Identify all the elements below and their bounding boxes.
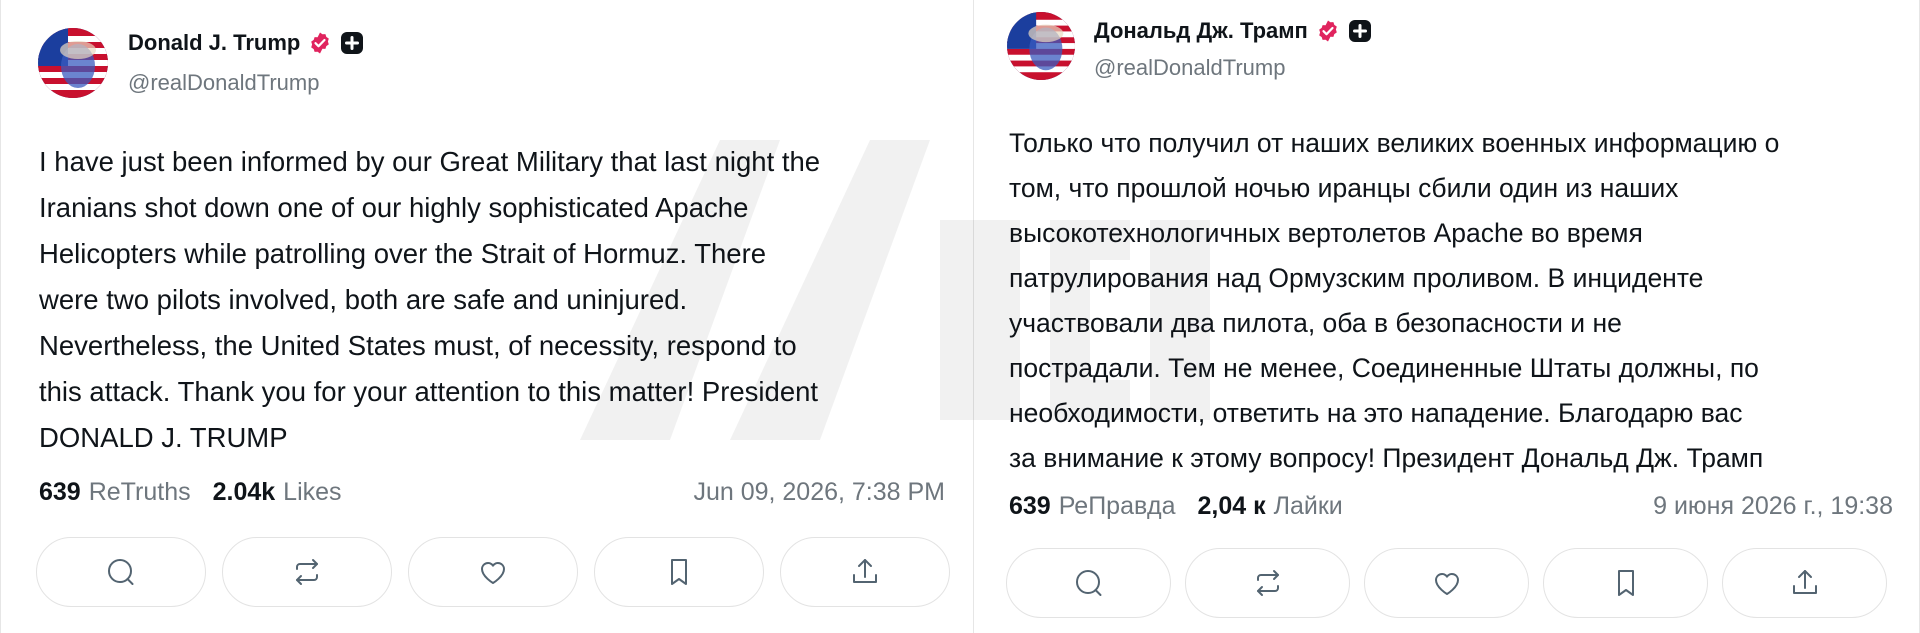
author-handle[interactable]: @realDonaldTrump [1094, 55, 1285, 81]
author-handle[interactable]: @realDonaldTrump [128, 70, 319, 96]
reply-button[interactable] [1006, 548, 1171, 618]
author-display-name[interactable]: Donald J. Trump [128, 30, 300, 56]
like-button[interactable] [408, 537, 578, 607]
retruths-count[interactable]: 639 [1009, 492, 1051, 521]
avatar-image [38, 28, 108, 98]
avatar[interactable] [1007, 12, 1075, 80]
bookmark-button[interactable] [594, 537, 764, 607]
post-card-russian: Дональд Дж. Трамп @realDonaldTrump Тольк… [975, 0, 1920, 633]
post-timestamp[interactable]: Jun 09, 2026, 7:38 PM [693, 478, 945, 507]
retruths-label[interactable]: РеПравда [1059, 492, 1176, 521]
action-bar [1006, 548, 1887, 618]
share-icon [853, 559, 877, 583]
author-name-row: Donald J. Trump [128, 30, 364, 56]
author-display-name[interactable]: Дональд Дж. Трамп [1094, 18, 1308, 44]
avatar-image [1007, 12, 1075, 80]
retruth-icon [296, 559, 318, 585]
post-stats: 639 РеПравда 2,04 к Лайки [1009, 492, 1365, 521]
post-stats: 639 ReTruths 2.04k Likes [39, 478, 364, 507]
bookmark-icon [1617, 570, 1634, 596]
reply-icon [1075, 570, 1101, 596]
share-icon [1792, 570, 1817, 594]
post-body-text: Только что получил от наших великих воен… [1009, 128, 1780, 473]
bookmark-icon [671, 559, 687, 585]
retruth-button[interactable] [222, 537, 392, 607]
like-icon [481, 562, 505, 584]
retruth-icon [1256, 570, 1279, 596]
verified-badge-icon [1316, 19, 1340, 43]
share-button[interactable] [780, 537, 950, 607]
likes-label[interactable]: Likes [283, 478, 341, 507]
likes-count[interactable]: 2,04 к [1197, 492, 1265, 521]
reply-icon [108, 559, 134, 585]
post-timestamp[interactable]: 9 июня 2026 г., 19:38 [1653, 492, 1893, 521]
plus-badge-icon [1348, 19, 1372, 43]
author-name-row: Дональд Дж. Трамп [1094, 18, 1372, 44]
likes-count[interactable]: 2.04k [213, 478, 276, 507]
reply-button[interactable] [36, 537, 206, 607]
verified-badge-icon [308, 31, 332, 55]
retruth-button[interactable] [1185, 548, 1350, 618]
likes-label[interactable]: Лайки [1274, 492, 1343, 521]
like-button[interactable] [1364, 548, 1529, 618]
plus-badge-icon [340, 31, 364, 55]
share-button[interactable] [1722, 548, 1887, 618]
post-body-text: I have just been informed by our Great M… [39, 146, 821, 453]
avatar[interactable] [38, 28, 108, 98]
retruths-label[interactable]: ReTruths [89, 478, 191, 507]
like-icon [1434, 573, 1459, 595]
bookmark-button[interactable] [1543, 548, 1708, 618]
retruths-count[interactable]: 639 [39, 478, 81, 507]
post-card-english: Donald J. Trump @realDonaldTrump I have … [0, 0, 974, 633]
action-bar [36, 537, 950, 607]
